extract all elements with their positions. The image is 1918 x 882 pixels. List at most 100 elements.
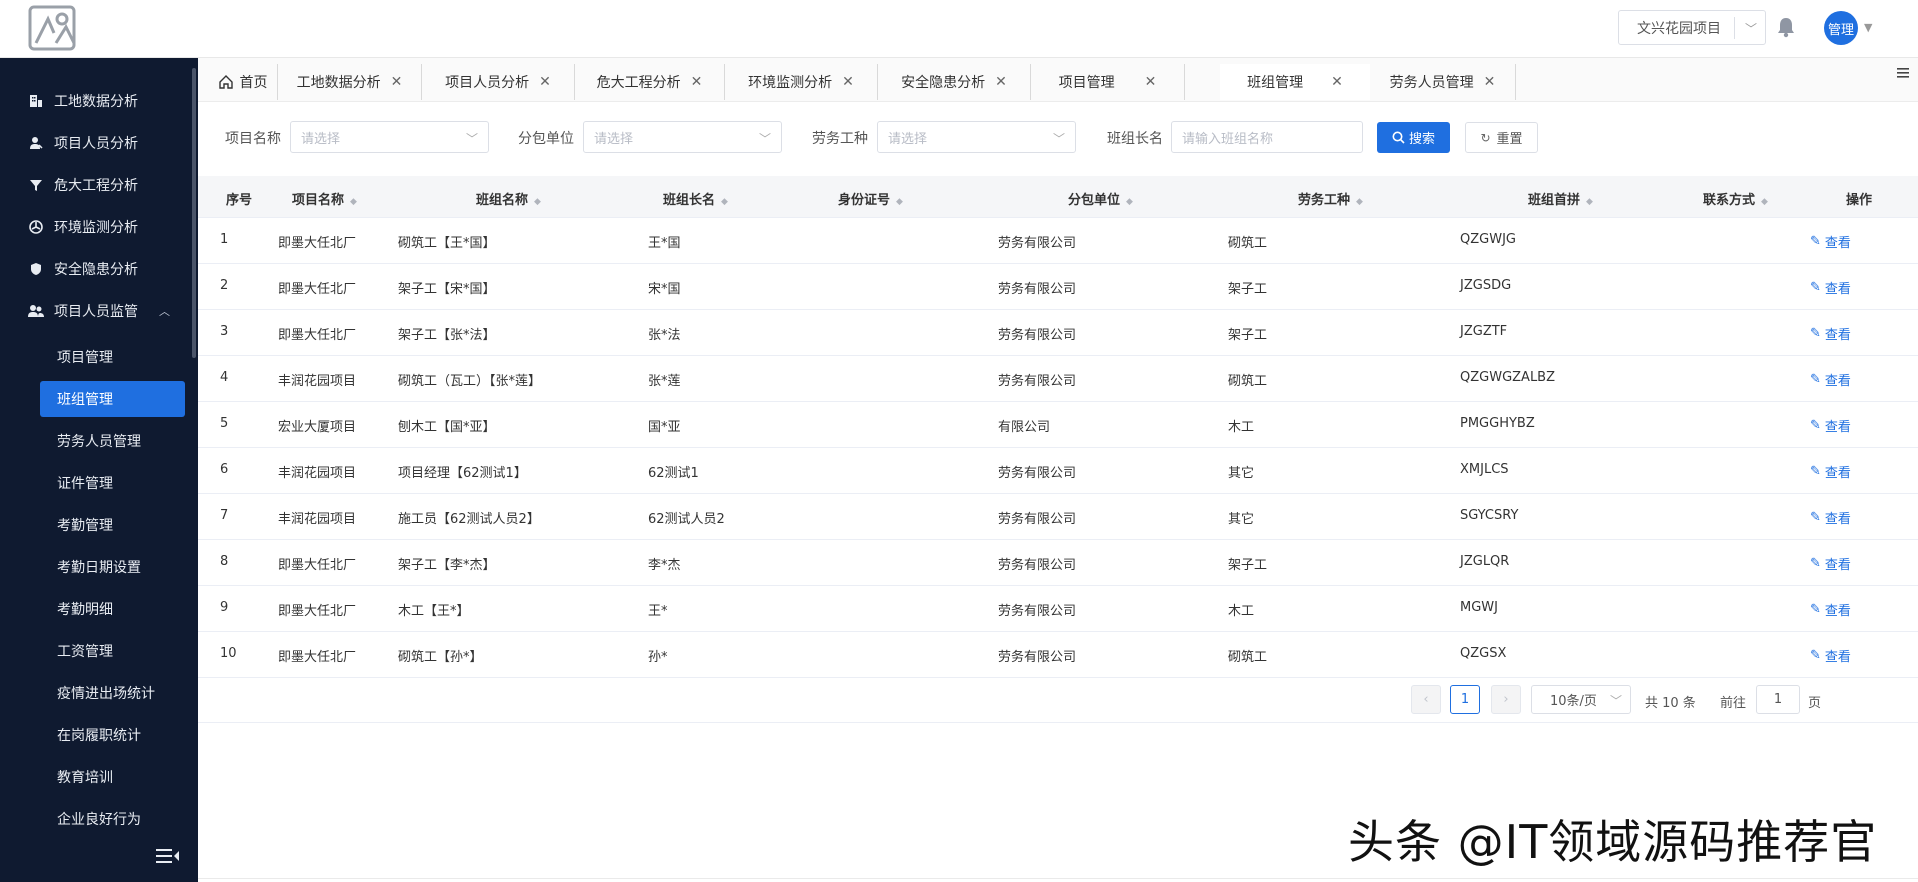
close-icon[interactable]: ✕ — [1331, 74, 1343, 90]
view-link[interactable]: ✎ 查看 — [1810, 232, 1851, 251]
tab-personnel-analysis[interactable]: 项目人员分析 ✕ — [422, 64, 575, 100]
tab-environment-analysis[interactable]: 环境监测分析 ✕ — [725, 64, 878, 100]
sidebar-sub-team-management[interactable]: 班组管理 — [40, 381, 185, 417]
tab-hazard-analysis[interactable]: 危大工程分析 ✕ — [575, 64, 725, 100]
header-id-number[interactable]: 身份证号 ◆ — [838, 189, 903, 208]
reset-button[interactable]: ↻ 重置 — [1465, 122, 1538, 153]
header-subcontractor[interactable]: 分包单位 ◆ — [1068, 189, 1133, 208]
sidebar-sub-labor-management[interactable]: 劳务人员管理 — [40, 423, 185, 459]
table-row: 6 丰润花园项目 项目经理【62测试1】 62测试1 劳务有限公司 其它 XMJLCS ✎ 查看 — [198, 448, 1918, 494]
bell-icon[interactable] — [1775, 16, 1797, 38]
view-link[interactable]: ✎ 查看 — [1810, 508, 1851, 527]
worktype-select[interactable]: 请选择 ﹀ — [877, 121, 1076, 153]
view-link[interactable]: ✎ 查看 — [1810, 462, 1851, 481]
collapse-menu-icon[interactable] — [156, 846, 180, 866]
header-team-pinyin[interactable]: 班组首拼 ◆ — [1528, 189, 1593, 208]
view-link[interactable]: ✎ 查看 — [1810, 278, 1851, 297]
sidebar-item-safety-analysis[interactable]: 安全隐患分析 — [0, 250, 190, 288]
tab-safety-analysis[interactable]: 安全隐患分析 ✕ — [878, 64, 1031, 100]
sort-icon[interactable]: ◆ — [1586, 197, 1593, 207]
sidebar-sub-duty-stats[interactable]: 在岗履职统计 — [40, 717, 185, 753]
sidebar-item-personnel-supervision[interactable]: 项目人员监管 ︿ — [0, 292, 190, 330]
subcontractor-select[interactable]: 请选择 ﹀ — [583, 121, 782, 153]
close-icon[interactable]: ✕ — [391, 74, 403, 90]
view-link[interactable]: ✎ 查看 — [1810, 324, 1851, 343]
view-link[interactable]: ✎ 查看 — [1810, 554, 1851, 573]
sidebar-item-hazard-analysis[interactable]: 危大工程分析 — [0, 166, 190, 204]
sidebar-sub-certificate-management[interactable]: 证件管理 — [40, 465, 185, 501]
header-contact[interactable]: 联系方式 ◆ — [1703, 189, 1768, 208]
cell-project-name: 即墨大任北厂 — [278, 282, 357, 297]
sidebar-sub-attendance-date-settings[interactable]: 考勤日期设置 — [40, 549, 185, 585]
close-icon[interactable]: ✕ — [995, 74, 1007, 90]
page-size-select[interactable]: 10条/页 ﹀ — [1531, 685, 1631, 714]
sort-icon[interactable]: ◆ — [1356, 197, 1363, 207]
sort-icon[interactable]: ◆ — [1761, 197, 1768, 207]
sidebar-sub-attendance-management[interactable]: 考勤管理 — [40, 507, 185, 543]
header-project-name[interactable]: 项目名称 ◆ — [292, 189, 357, 208]
header-actions: 操作 — [1846, 193, 1873, 208]
sidebar-item-site-data[interactable]: 工地数据分析 — [0, 82, 190, 120]
header-team-leader[interactable]: 班组长名 ◆ — [663, 189, 728, 208]
sidebar-sub-attendance-details[interactable]: 考勤明细 — [40, 591, 185, 627]
tab-home[interactable]: 首页 — [208, 64, 278, 100]
table-row: 3 即墨大任北厂 架子工【张*法】 张*法 劳务有限公司 架子工 JZGZTF ✎ 查看 — [198, 310, 1918, 356]
goto-page-input[interactable]: 1 — [1756, 685, 1800, 714]
sort-icon[interactable]: ◆ — [1126, 197, 1133, 207]
search-button[interactable]: 搜索 — [1377, 122, 1450, 153]
avatar[interactable]: 管理 — [1824, 11, 1858, 45]
caret-down-icon[interactable]: ▼ — [1864, 21, 1872, 34]
next-page-button[interactable]: › — [1491, 685, 1521, 714]
view-link[interactable]: ✎ 查看 — [1810, 646, 1851, 665]
close-icon[interactable]: ✕ — [691, 74, 703, 90]
menu-icon[interactable] — [1896, 66, 1910, 80]
project-select[interactable]: 文兴花园项目 ﹀ — [1618, 10, 1766, 45]
edit-icon: ✎ — [1810, 510, 1821, 525]
close-icon[interactable]: ✕ — [842, 74, 854, 90]
sidebar-scrollbar[interactable] — [192, 68, 196, 358]
cell-team-pinyin: QZGWJG — [1460, 232, 1516, 247]
cell-team-name: 项目经理【62测试1】 — [398, 466, 527, 481]
sidebar-sub-project-management[interactable]: 项目管理 — [40, 339, 185, 375]
tab-label: 工地数据分析 — [296, 75, 381, 91]
sidebar-sub-education-training[interactable]: 教育培训 — [40, 759, 185, 795]
close-icon[interactable]: ✕ — [1145, 74, 1157, 90]
sidebar-item-personnel-analysis[interactable]: 项目人员分析 — [0, 124, 190, 162]
cell-subcontractor: 劳务有限公司 — [998, 558, 1077, 573]
chevron-down-icon: ﹀ — [1609, 694, 1622, 708]
sort-icon[interactable]: ◆ — [534, 197, 541, 207]
sidebar-sub-salary-management[interactable]: 工资管理 — [40, 633, 185, 669]
sort-icon[interactable]: ◆ — [350, 197, 357, 207]
cell-no: 1 — [220, 232, 229, 247]
sidebar-item-environment-analysis[interactable]: 环境监测分析 — [0, 208, 190, 246]
prev-page-button[interactable]: ‹ — [1411, 685, 1441, 714]
header-work-type[interactable]: 劳务工种 ◆ — [1298, 189, 1363, 208]
sidebar-sub-good-behavior[interactable]: 企业良好行为 — [40, 801, 185, 837]
close-icon[interactable]: ✕ — [1484, 74, 1496, 90]
cell-team-leader: 王*国 — [648, 236, 681, 251]
page-number-button[interactable]: 1 — [1450, 685, 1480, 714]
view-link-label: 查看 — [1824, 604, 1851, 619]
view-link[interactable]: ✎ 查看 — [1810, 370, 1851, 389]
cell-no: 3 — [220, 324, 229, 339]
edit-icon: ✎ — [1810, 556, 1821, 571]
team-leader-placeholder: 请输入班组名称 — [1182, 131, 1274, 147]
sort-icon[interactable]: ◆ — [721, 197, 728, 207]
cell-subcontractor: 劳务有限公司 — [998, 328, 1077, 343]
close-icon[interactable]: ✕ — [539, 74, 551, 90]
header-team-name[interactable]: 班组名称 ◆ — [476, 189, 541, 208]
cell-project-name: 即墨大任北厂 — [278, 328, 357, 343]
tab-site-data[interactable]: 工地数据分析 ✕ — [278, 64, 422, 100]
team-leader-input[interactable]: 请输入班组名称 — [1171, 121, 1363, 153]
search-icon — [1392, 131, 1405, 144]
tab-labor-management[interactable]: 劳务人员管理 ✕ — [1370, 64, 1516, 100]
sort-icon[interactable]: ◆ — [896, 197, 903, 207]
sidebar-sub-epidemic-stats[interactable]: 疫情进出场统计 — [40, 675, 185, 711]
view-link[interactable]: ✎ 查看 — [1810, 600, 1851, 619]
tab-team-management[interactable]: 班组管理 ✕ — [1220, 64, 1370, 100]
project-name-select[interactable]: 请选择 ﹀ — [290, 121, 489, 153]
tab-label: 环境监测分析 — [748, 75, 833, 91]
view-link[interactable]: ✎ 查看 — [1810, 416, 1851, 435]
refresh-icon: ↻ — [1480, 130, 1491, 145]
tab-project-management[interactable]: 项目管理 ✕ — [1031, 64, 1185, 100]
